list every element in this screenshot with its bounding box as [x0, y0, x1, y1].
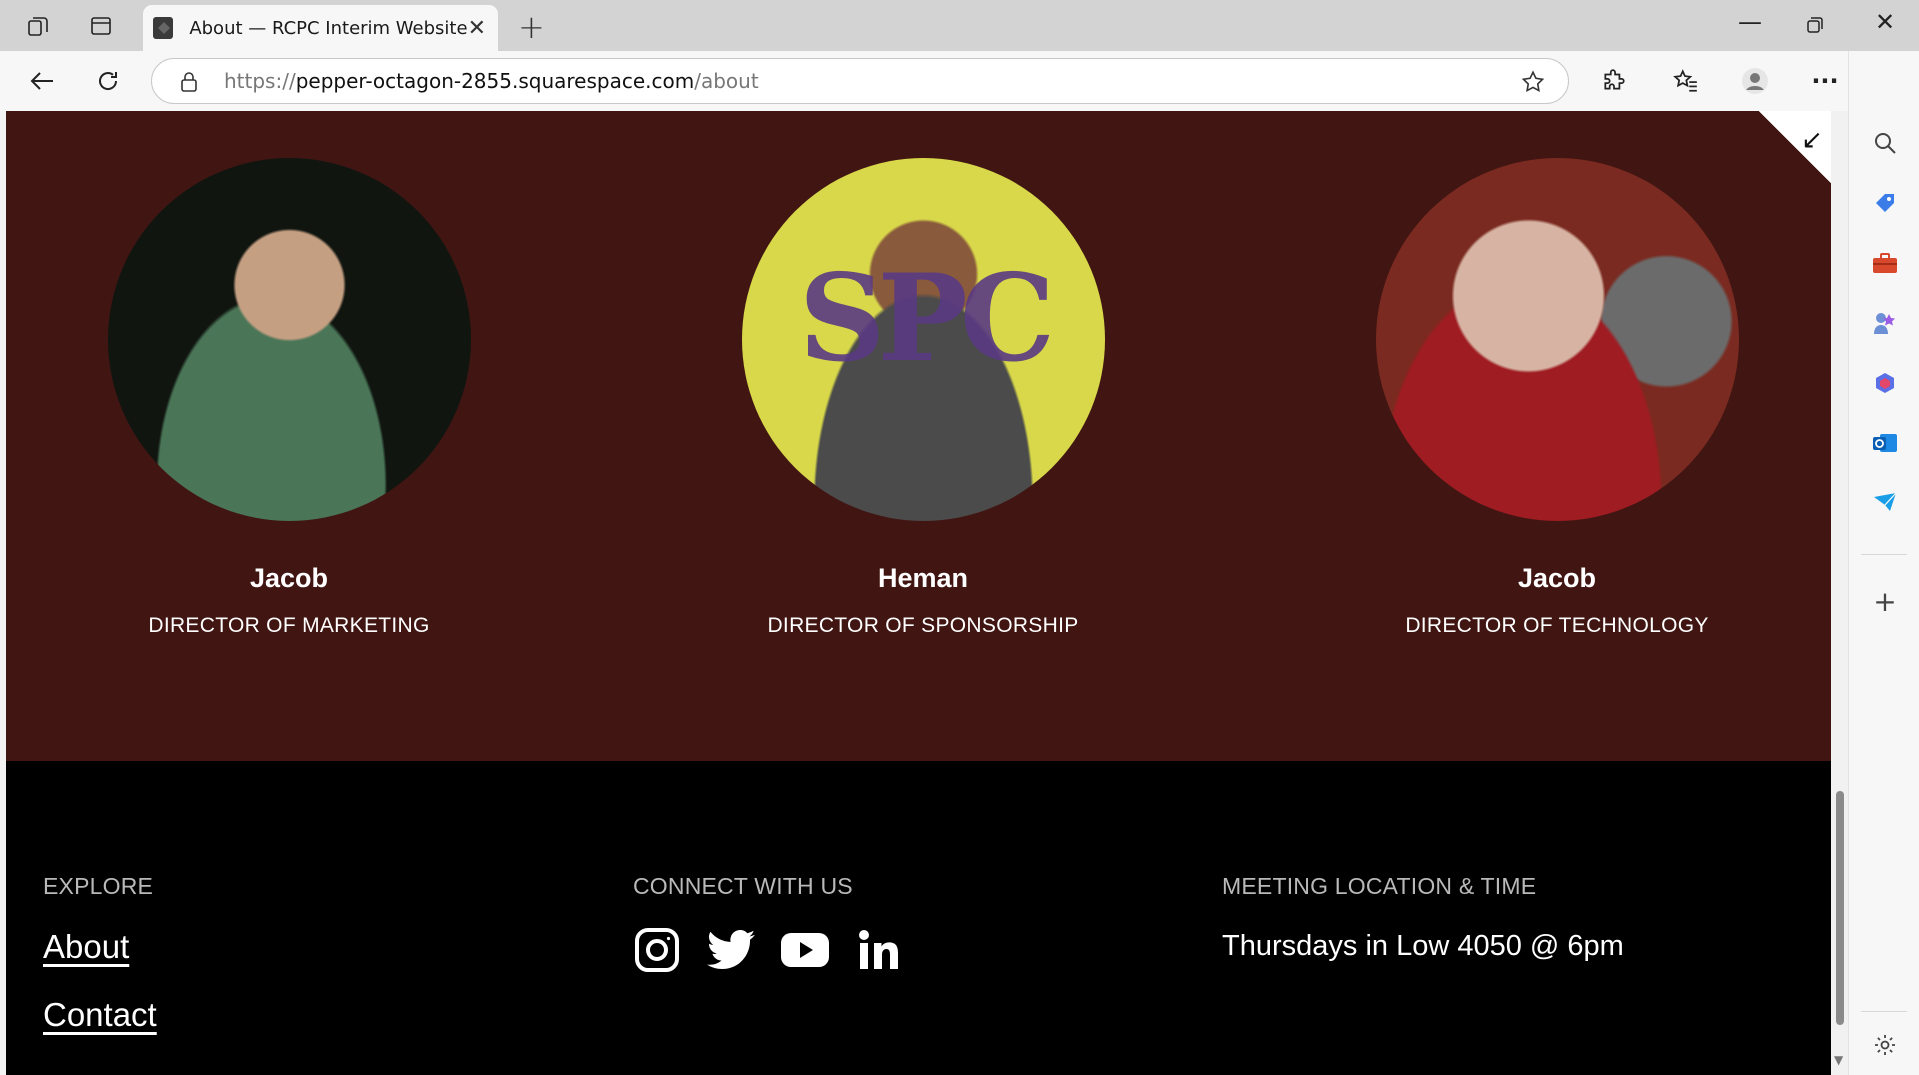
collapse-arrow-icon[interactable]: ↙	[1801, 125, 1823, 155]
send-icon[interactable]	[1867, 485, 1903, 521]
shopping-tag-icon[interactable]	[1867, 185, 1903, 221]
url-host: pepper-octagon-2855.squarespace.com	[295, 69, 695, 93]
social-links	[633, 926, 903, 974]
scroll-down-arrow-icon[interactable]: ▼	[1834, 1053, 1843, 1067]
restore-icon[interactable]	[1806, 12, 1824, 40]
member-name: Heman	[877, 563, 969, 593]
connect-heading: CONNECT WITH US	[633, 873, 853, 899]
sidebar-settings-icon[interactable]	[1867, 1027, 1903, 1063]
member-role: DIRECTOR OF MARKETING	[148, 614, 430, 637]
minimize-icon[interactable]: —	[1738, 8, 1762, 36]
youtube-icon[interactable]	[781, 926, 829, 974]
games-icon[interactable]	[1867, 305, 1903, 341]
team-member-1: Jacob DIRECTOR OF MARKETING	[79, 158, 499, 638]
tab-actions-icon[interactable]	[85, 10, 117, 42]
tab-bar: About — RCPC Interim Website ✕ + — ✕	[0, 0, 1919, 51]
refresh-icon[interactable]	[90, 63, 126, 99]
tab-title: About — RCPC Interim Website	[189, 17, 468, 39]
footer-link-contact[interactable]: Contact	[43, 996, 157, 1034]
search-icon[interactable]	[1867, 125, 1903, 161]
close-window-icon[interactable]: ✕	[1875, 8, 1895, 36]
team-member-2: SPC Heman DIRECTOR OF SPONSORSHIP	[713, 158, 1133, 638]
meeting-details: Thursdays in Low 4050 @ 6pm	[1222, 930, 1624, 962]
site-favicon-icon	[153, 17, 174, 39]
new-tab-icon[interactable]: +	[518, 8, 545, 46]
member-role: DIRECTOR OF SPONSORSHIP	[767, 614, 1079, 637]
footer-connect: CONNECT WITH US	[633, 873, 903, 974]
browser-toolbar: https://pepper-octagon-2855.squarespace.…	[0, 51, 1919, 111]
linkedin-icon[interactable]	[855, 926, 903, 974]
member-photo	[1375, 158, 1739, 521]
web-page: ↙ Jacob DIRECTOR OF MARKETING SPC Heman …	[6, 111, 1831, 1075]
page-scrollbar[interactable]: ▼	[1831, 111, 1848, 1075]
footer-explore: EXPLORE About Contact	[43, 873, 157, 1034]
outlook-icon[interactable]	[1867, 425, 1903, 461]
member-photo: SPC	[741, 158, 1105, 521]
lock-icon[interactable]	[180, 71, 198, 98]
microsoft-365-icon[interactable]	[1867, 365, 1903, 401]
member-role: DIRECTOR OF TECHNOLOGY	[1405, 614, 1709, 637]
member-photo	[107, 158, 471, 521]
instagram-icon[interactable]	[633, 926, 681, 974]
twitter-icon[interactable]	[707, 926, 755, 974]
photo-backdrop-text: SPC	[798, 248, 1055, 389]
extensions-icon[interactable]	[1596, 63, 1632, 99]
back-icon[interactable]	[24, 63, 60, 99]
close-tab-icon[interactable]: ✕	[468, 16, 486, 41]
edge-sidebar: +	[1848, 51, 1919, 1075]
url-path: /about	[694, 69, 759, 93]
site-footer: EXPLORE About Contact CONNECT WITH US ME…	[6, 761, 1831, 1075]
team-section: ↙ Jacob DIRECTOR OF MARKETING SPC Heman …	[6, 111, 1831, 761]
add-sidebar-app-icon[interactable]: +	[1867, 583, 1903, 619]
scrollbar-thumb[interactable]	[1836, 791, 1844, 1025]
member-name: Jacob	[1517, 563, 1597, 593]
url-scheme: https://	[224, 69, 296, 93]
footer-meeting: MEETING LOCATION & TIME Thursdays in Low…	[1222, 873, 1624, 963]
favorites-icon[interactable]	[1668, 63, 1704, 99]
meeting-heading: MEETING LOCATION & TIME	[1222, 873, 1537, 899]
sidebar-divider	[1861, 554, 1907, 555]
tab-about[interactable]: About — RCPC Interim Website ✕	[143, 5, 498, 51]
address-bar[interactable]: https://pepper-octagon-2855.squarespace.…	[151, 58, 1569, 104]
favorite-star-icon[interactable]	[1520, 69, 1546, 100]
team-member-3: Jacob DIRECTOR OF TECHNOLOGY	[1347, 158, 1767, 638]
footer-link-about[interactable]: About	[43, 928, 157, 966]
explore-heading: EXPLORE	[43, 873, 154, 899]
more-options-icon[interactable]: ···	[1807, 63, 1843, 99]
member-name: Jacob	[249, 563, 329, 593]
sidebar-divider	[1861, 1011, 1907, 1012]
workspaces-icon[interactable]	[22, 10, 54, 42]
profile-avatar-icon[interactable]	[1737, 63, 1773, 99]
tools-briefcase-icon[interactable]	[1867, 245, 1903, 281]
